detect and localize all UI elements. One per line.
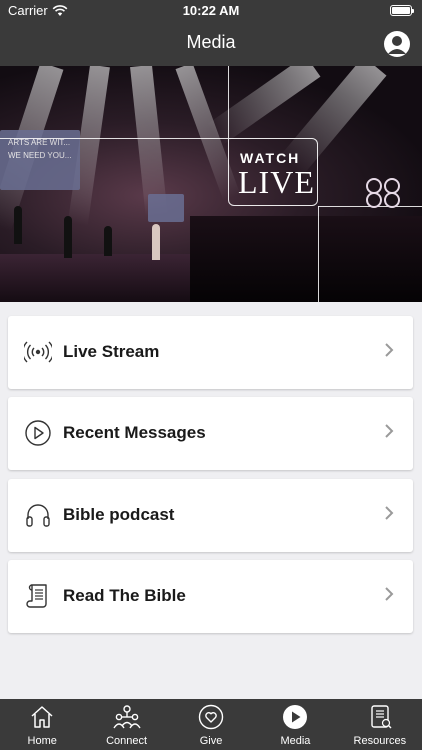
musician — [64, 216, 72, 258]
menu-item-bible-podcast[interactable]: Bible podcast — [8, 479, 413, 552]
tab-bar: Home Connect Give Media Resources — [0, 699, 422, 750]
tab-label: Media — [280, 735, 311, 747]
stage-screen-left: ARTS ARE WIT... WE NEED YOU... — [0, 130, 80, 190]
broadcast-icon — [24, 341, 52, 363]
live-text: LIVE — [238, 164, 315, 200]
play-icon — [283, 705, 308, 729]
musician — [152, 224, 160, 260]
chevron-right-icon — [385, 506, 394, 520]
battery-icon — [390, 5, 414, 16]
menu-item-read-the-bible[interactable]: Read The Bible — [8, 560, 413, 633]
menu-item-label: Bible podcast — [63, 505, 175, 524]
menu-item-live-stream[interactable]: Live Stream — [8, 316, 413, 389]
menu-item-recent-messages[interactable]: Recent Messages — [8, 397, 413, 470]
church-logo-icon — [366, 178, 400, 208]
people-icon — [113, 705, 141, 729]
chevron-right-icon — [385, 343, 394, 357]
user-icon — [388, 36, 406, 54]
status-bar: Carrier 10:22 AM — [0, 0, 422, 22]
tab-label: Connect — [106, 735, 148, 747]
frame-line — [318, 206, 319, 302]
tab-label: Give — [199, 735, 223, 747]
watch-live-banner[interactable]: ARTS ARE WIT... WE NEED YOU... WATCH LIV… — [0, 66, 422, 302]
tablet-icon — [371, 705, 392, 729]
tab-home[interactable]: Home — [0, 699, 84, 750]
stage-screen-right — [148, 194, 184, 222]
menu-item-label: Live Stream — [63, 342, 160, 361]
crowd — [190, 216, 422, 302]
frame-line — [0, 138, 228, 139]
top-bar: Carrier 10:22 AM Media — [0, 0, 422, 66]
slide-line-2: WE NEED YOU... — [8, 151, 72, 160]
status-time: 10:22 AM — [182, 3, 240, 18]
tab-connect[interactable]: Connect — [84, 699, 168, 750]
tab-resources[interactable]: Resources — [338, 699, 422, 750]
scroll-icon — [26, 584, 47, 608]
home-icon — [31, 706, 53, 728]
heart-icon — [198, 704, 224, 730]
page-title: Media — [186, 32, 236, 52]
play-circle-icon — [25, 420, 51, 446]
tab-label: Home — [27, 735, 57, 747]
profile-avatar-button[interactable] — [384, 31, 410, 57]
tab-media[interactable]: Media — [253, 699, 337, 750]
musician — [104, 226, 112, 256]
chevron-right-icon — [385, 424, 394, 438]
menu-item-label: Recent Messages — [63, 423, 206, 442]
menu-item-label: Read The Bible — [63, 586, 186, 605]
headphones-icon — [26, 504, 50, 527]
chevron-right-icon — [385, 587, 394, 601]
frame-line — [228, 66, 229, 138]
tab-give[interactable]: Give — [169, 699, 253, 750]
musician — [14, 206, 22, 244]
tab-label: Resources — [353, 735, 407, 747]
